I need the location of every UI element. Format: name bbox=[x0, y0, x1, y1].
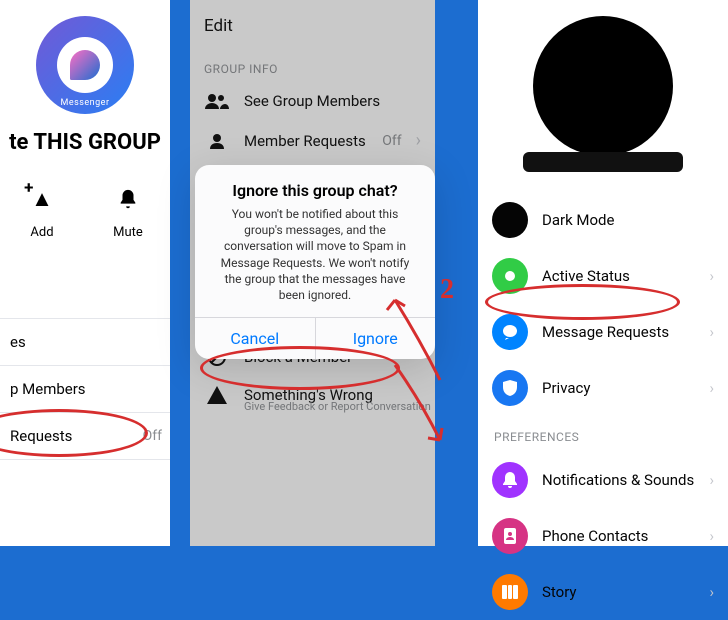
ignore-button[interactable]: Ignore bbox=[316, 318, 436, 359]
shield-icon bbox=[492, 370, 528, 406]
avatar-caption: Messenger bbox=[60, 98, 109, 108]
chat-icon bbox=[492, 314, 528, 350]
modal-body: You won't be notified about this group's… bbox=[213, 206, 417, 303]
mute-label: Mute bbox=[113, 225, 143, 240]
add-label: Add bbox=[30, 225, 53, 240]
right-panel: Dark Mode Active Status › Message Reques… bbox=[478, 0, 728, 546]
row-privacy[interactable]: Privacy › bbox=[478, 360, 728, 416]
messenger-icon bbox=[57, 37, 113, 93]
chevron-right-icon: › bbox=[709, 527, 714, 545]
group-title: te THIS GROUP bbox=[0, 130, 170, 155]
row-notifications[interactable]: Notifications & Sounds › bbox=[478, 452, 728, 508]
modal-title: Ignore this group chat? bbox=[213, 181, 417, 200]
moon-icon bbox=[492, 202, 528, 238]
chevron-right-icon: › bbox=[709, 583, 714, 601]
row-story[interactable]: Story › bbox=[478, 564, 728, 620]
ignore-modal: Ignore this group chat? You won't be not… bbox=[195, 165, 435, 359]
bell-icon bbox=[108, 179, 148, 219]
story-icon bbox=[492, 574, 528, 610]
mute-button[interactable]: Mute bbox=[108, 179, 148, 240]
add-button[interactable]: +▲ Add bbox=[22, 179, 62, 240]
chevron-right-icon: › bbox=[709, 267, 714, 285]
chevron-right-icon: › bbox=[709, 471, 714, 489]
row-dark-mode[interactable]: Dark Mode bbox=[478, 192, 728, 248]
chevron-right-icon: › bbox=[709, 379, 714, 397]
left-row-requests[interactable]: Requests Off bbox=[0, 413, 170, 459]
section-preferences: PREFERENCES bbox=[478, 416, 728, 452]
left-row-1[interactable]: es bbox=[0, 319, 170, 365]
row-phone-contacts[interactable]: Phone Contacts › bbox=[478, 508, 728, 564]
left-row-members[interactable]: p Members bbox=[0, 366, 170, 412]
active-dot-icon bbox=[492, 258, 528, 294]
group-avatar[interactable]: Messenger bbox=[36, 16, 134, 114]
profile-avatar[interactable] bbox=[533, 16, 673, 156]
row-active-status[interactable]: Active Status › bbox=[478, 248, 728, 304]
row-message-requests[interactable]: Message Requests › bbox=[478, 304, 728, 360]
action-row: +▲ Add Mute bbox=[0, 179, 170, 240]
left-panel: Messenger te THIS GROUP +▲ Add Mute es p… bbox=[0, 0, 170, 546]
group-avatar-wrap: Messenger bbox=[0, 0, 170, 114]
bell-icon bbox=[492, 462, 528, 498]
add-person-icon: +▲ bbox=[22, 179, 62, 219]
cancel-button[interactable]: Cancel bbox=[195, 318, 316, 359]
contacts-icon bbox=[492, 518, 528, 554]
chevron-right-icon: › bbox=[709, 323, 714, 341]
left-list: es p Members Requests Off bbox=[0, 318, 170, 460]
requests-value: Off bbox=[143, 428, 162, 444]
redacted-name bbox=[523, 152, 683, 172]
